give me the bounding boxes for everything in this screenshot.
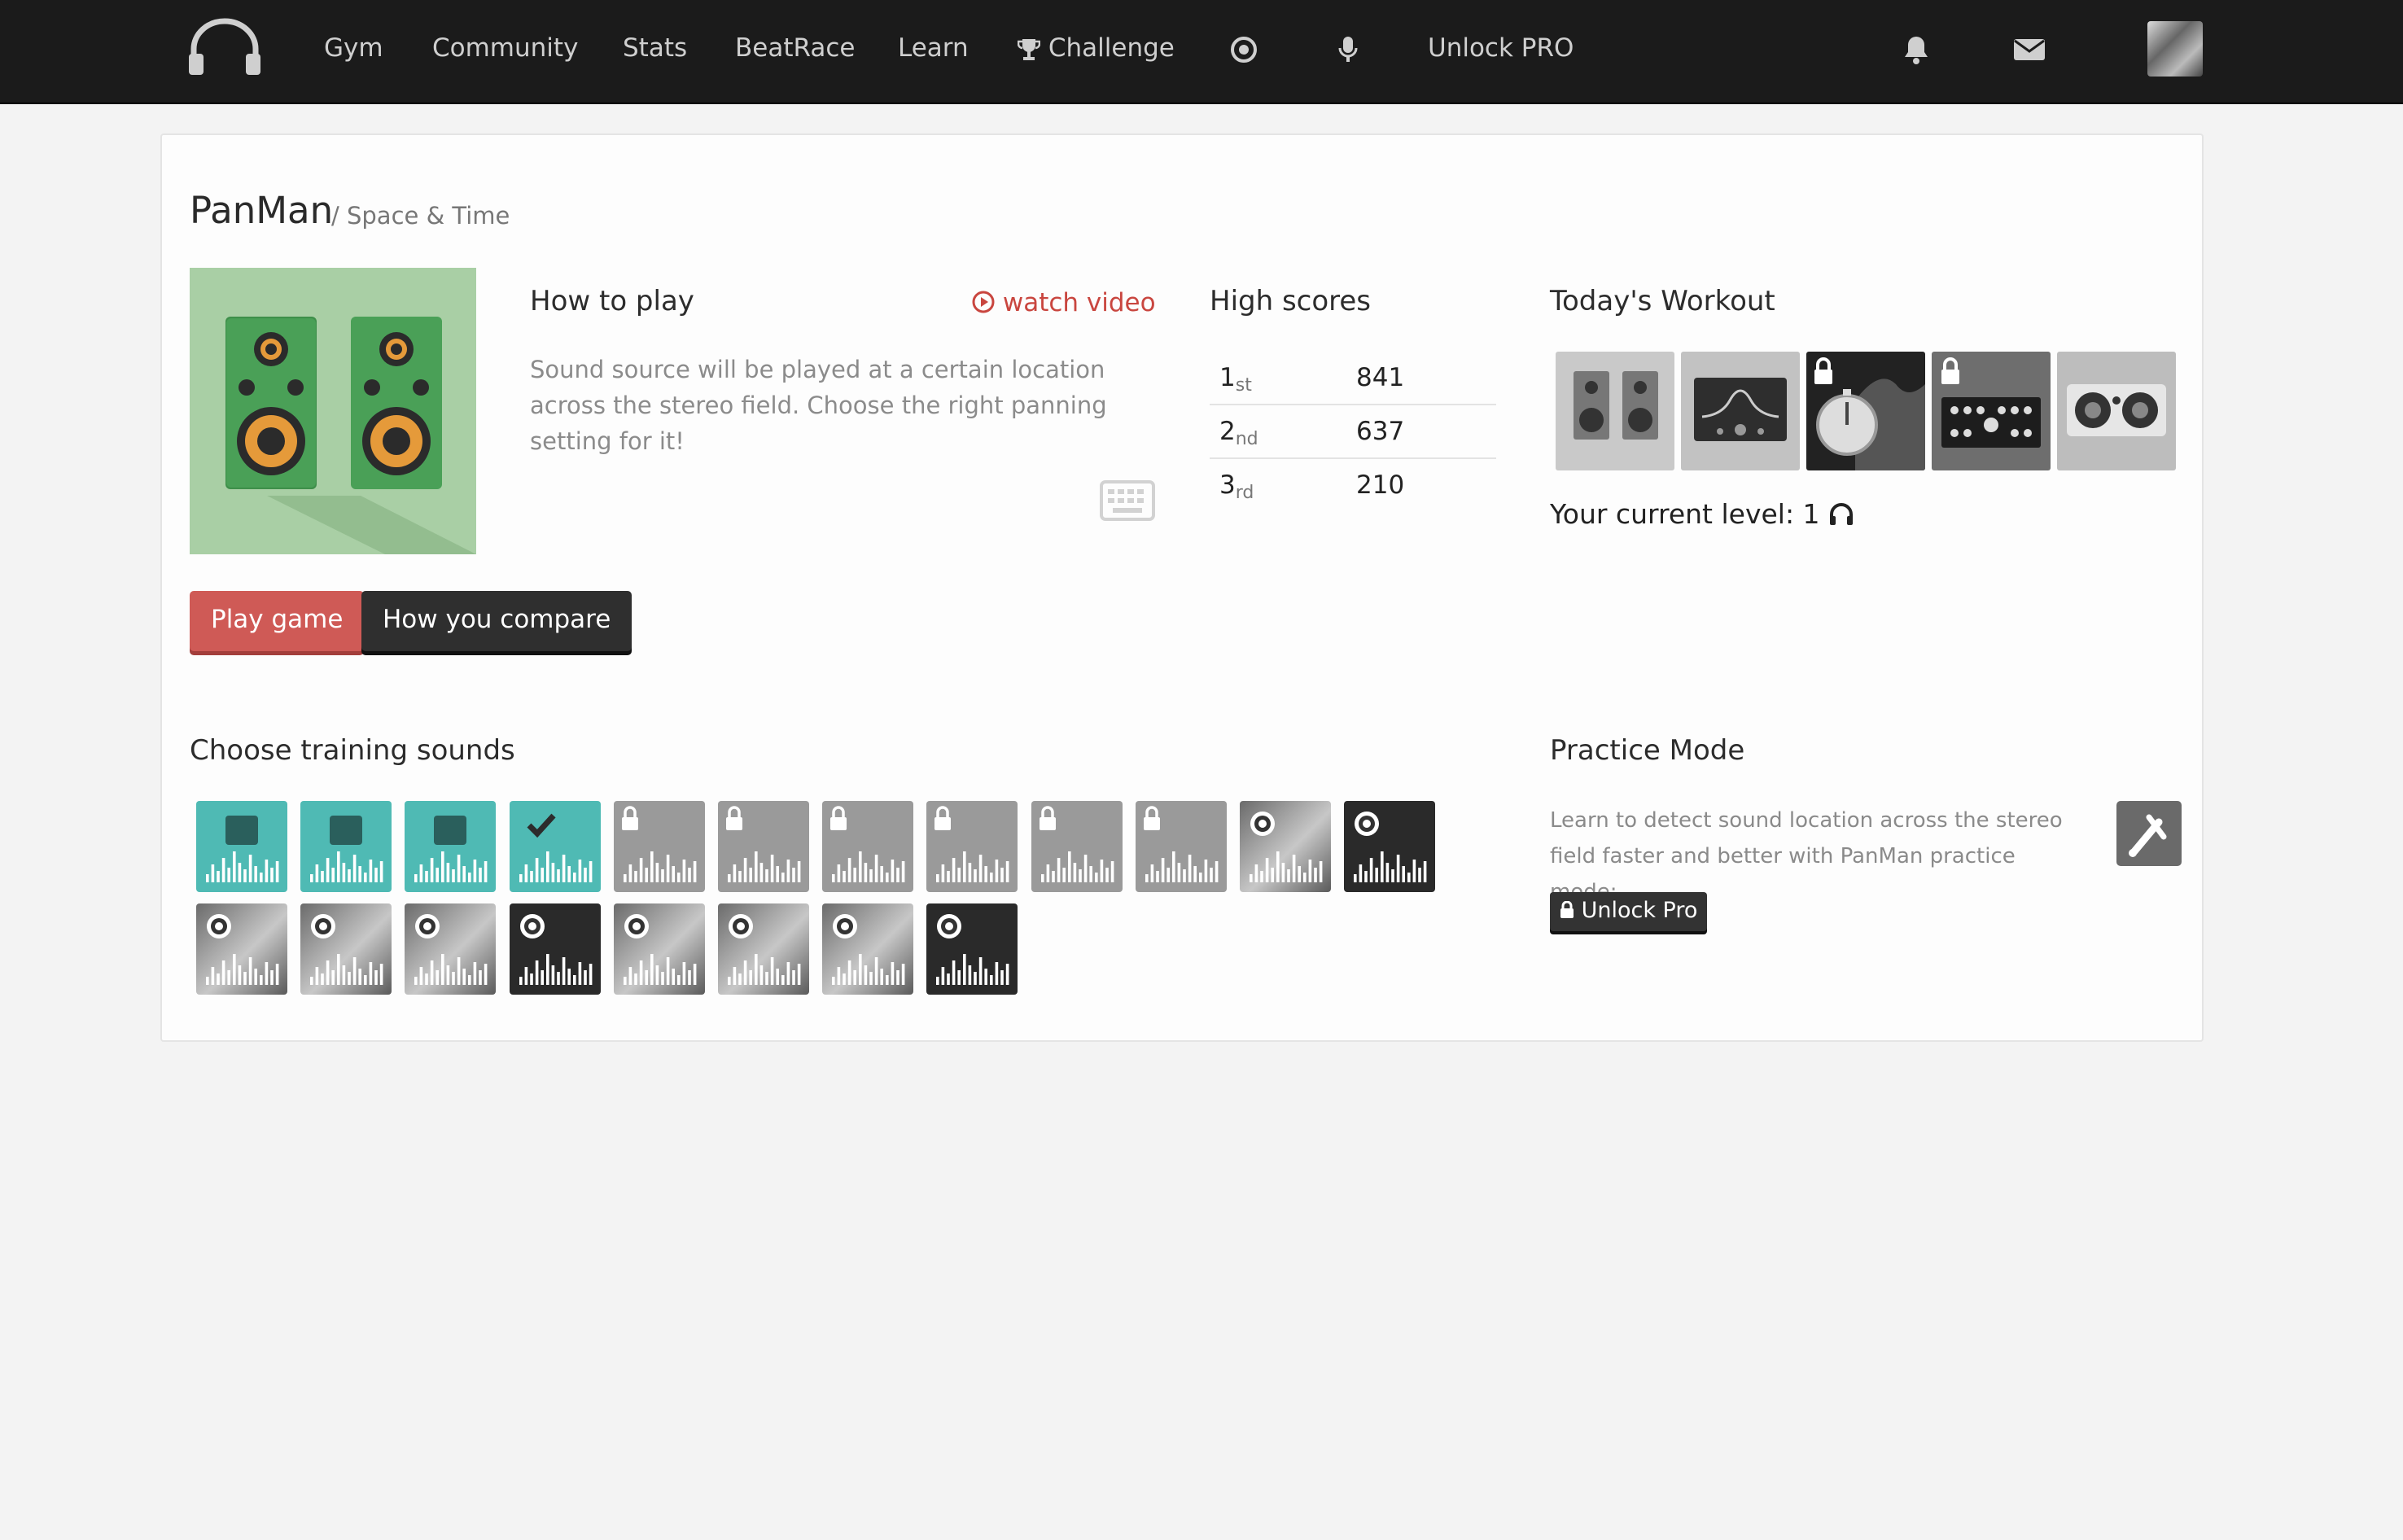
workout-tile-speakers[interactable]	[1556, 352, 1674, 470]
sound-tile-drum-machine[interactable]	[196, 801, 287, 892]
envelope-icon[interactable]	[2013, 0, 2046, 96]
rank: 1st	[1219, 363, 1252, 396]
table-row: 2nd 637	[1210, 405, 1496, 459]
sound-tile-photo-dog[interactable]	[613, 903, 705, 995]
nav-challenge[interactable]: Challenge	[1017, 0, 1175, 96]
high-scores-heading: High scores	[1210, 285, 1372, 317]
page-subtitle: / Space & Time	[331, 202, 510, 230]
watch-video-link[interactable]: watch video	[972, 288, 1156, 317]
trophy-icon	[1017, 38, 1041, 60]
game-description: Sound source will be played at a certain…	[530, 356, 1107, 455]
sound-tile-photo-concert[interactable]	[509, 903, 601, 995]
workout-tile-stopwatch-locked[interactable]	[1806, 352, 1925, 470]
tuning-fork-icon[interactable]	[2116, 801, 2182, 866]
high-scores-table: 1st 841 2nd 637 3rd 210	[1210, 352, 1496, 513]
rank: 2nd	[1219, 417, 1258, 449]
bell-icon[interactable]	[1902, 0, 1931, 96]
top-navigation-bar: Gym Community Stats BeatRace Learn Chall…	[0, 0, 2403, 104]
table-row: 3rd 210	[1210, 459, 1496, 513]
sound-tile-violin-locked[interactable]	[718, 801, 809, 892]
unlock-pro-button[interactable]: Unlock Pro	[1550, 892, 1708, 931]
sound-tile-acoustic-guitar[interactable]	[405, 801, 497, 892]
nav-community[interactable]: Community	[432, 0, 578, 96]
nav-beatrace[interactable]: BeatRace	[735, 0, 855, 96]
nav-learn[interactable]: Learn	[898, 0, 969, 96]
score: 210	[1356, 470, 1405, 500]
headphones-icon	[1830, 503, 1854, 525]
sound-tile-drum-machine-playlist[interactable]	[926, 903, 1018, 995]
rank: 3rd	[1219, 470, 1254, 503]
sound-tile-trumpet-locked[interactable]	[822, 801, 914, 892]
microphone-icon[interactable]	[1337, 0, 1359, 96]
current-level-label: Your current level: 1	[1550, 498, 1820, 530]
nav-gym[interactable]: Gym	[324, 0, 383, 96]
current-level: Your current level: 1	[1550, 498, 1854, 530]
game-image-speakers	[190, 268, 476, 554]
watch-video-label: watch video	[1002, 288, 1156, 317]
target-icon[interactable]	[1229, 0, 1258, 96]
nav-challenge-label: Challenge	[1048, 33, 1175, 63]
sound-tile-photo-studio[interactable]	[822, 903, 914, 995]
workout-tile-stereo[interactable]	[2057, 352, 2176, 470]
keyboard-icon[interactable]	[1100, 475, 1155, 526]
training-sounds-heading: Choose training sounds	[190, 734, 515, 767]
workout-tile-equalizer[interactable]	[1681, 352, 1800, 470]
nav-unlock-pro[interactable]: Unlock PRO	[1428, 0, 1574, 96]
how-you-compare-button[interactable]: How you compare	[361, 591, 632, 651]
sound-tile-photo-band[interactable]	[405, 903, 497, 995]
sound-tile-photo-woman[interactable]	[196, 903, 287, 995]
unlock-pro-label: Unlock Pro	[1581, 898, 1698, 923]
score: 637	[1356, 417, 1405, 446]
sound-tile-drums-locked[interactable]	[1135, 801, 1227, 892]
sound-tile-drum-loop[interactable]	[1344, 801, 1436, 892]
nav-stats[interactable]: Stats	[623, 0, 687, 96]
workout-tile-mixer-locked[interactable]	[1932, 352, 2051, 470]
workout-heading: Today's Workout	[1550, 285, 1775, 317]
sound-tile-synth-locked[interactable]	[926, 801, 1018, 892]
page-title: PanMan	[190, 189, 334, 232]
play-game-button[interactable]: Play game	[190, 591, 365, 651]
practice-mode-heading: Practice Mode	[1550, 734, 1745, 767]
play-circle-icon	[972, 291, 995, 313]
how-to-play-heading: How to play	[530, 285, 694, 317]
avatar[interactable]	[2147, 21, 2203, 77]
game-panel: PanMan / Space & Time How to play watch …	[160, 133, 2204, 1042]
sound-tile-photo-subway[interactable]	[300, 903, 392, 995]
sound-tile-electric-guitar[interactable]	[300, 801, 392, 892]
table-row: 1st 841	[1210, 352, 1496, 405]
sound-tile-piano-selected[interactable]	[509, 801, 601, 892]
sound-tile-vocals-locked[interactable]	[613, 801, 705, 892]
score: 841	[1356, 363, 1405, 392]
headphones-logo-icon[interactable]	[186, 18, 264, 80]
sound-tile-photo-voice[interactable]	[1240, 801, 1331, 892]
lock-icon	[1560, 900, 1574, 918]
sound-tile-percussion-locked[interactable]	[1031, 801, 1123, 892]
sound-tile-photo-singer[interactable]	[718, 903, 809, 995]
